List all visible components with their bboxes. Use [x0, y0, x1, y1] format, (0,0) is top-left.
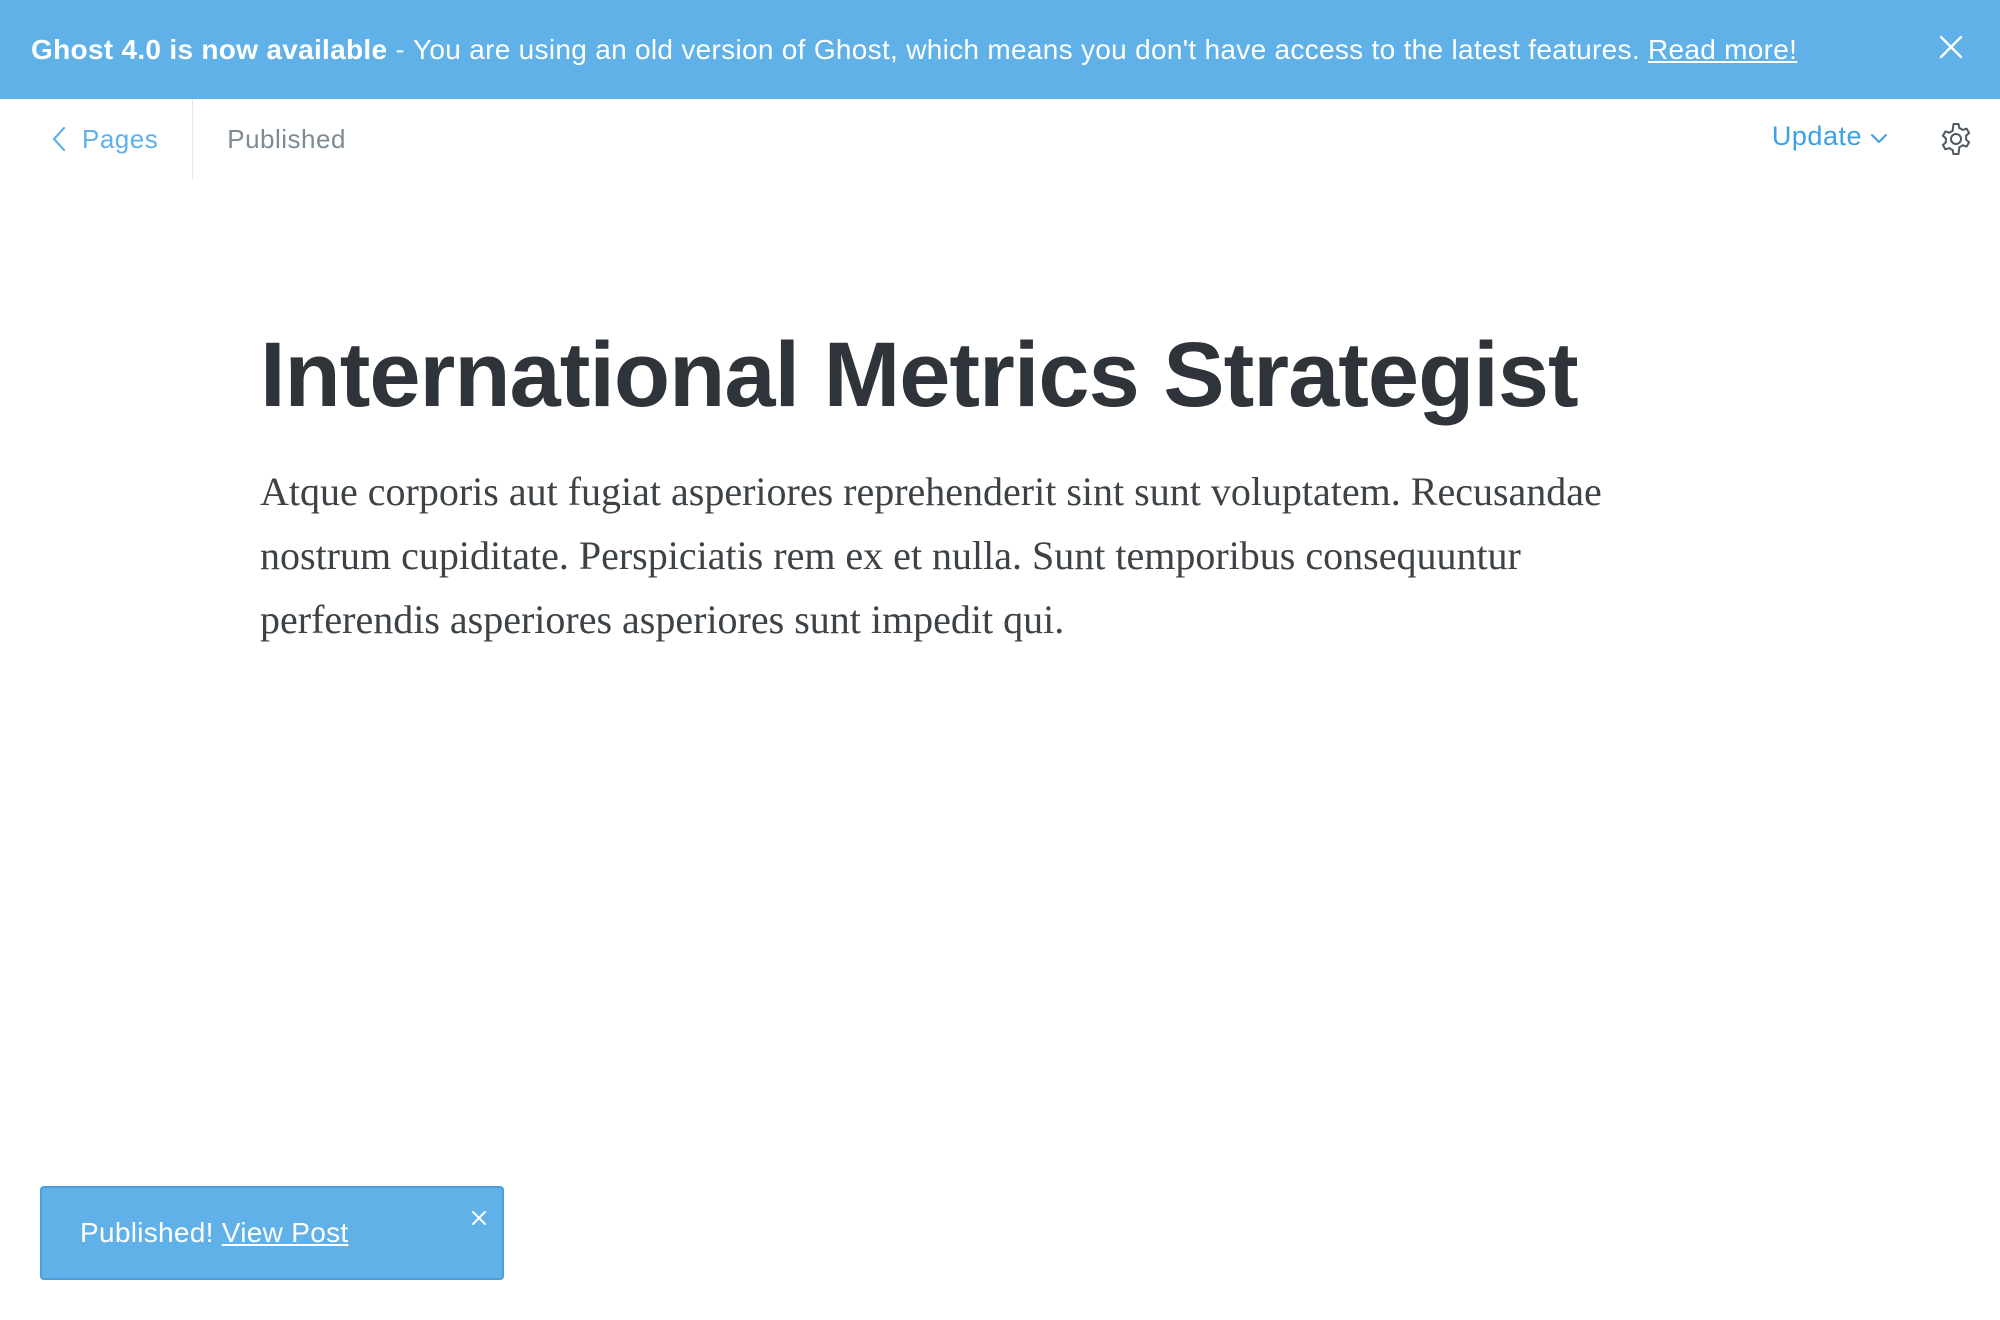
banner-separator: - [395, 33, 405, 65]
close-icon [472, 1211, 486, 1225]
chevron-left-icon [52, 126, 66, 152]
read-more-link[interactable]: Read more! [1648, 34, 1797, 66]
banner-headline: Ghost 4.0 is now available [31, 33, 388, 65]
view-post-link[interactable]: View Post [222, 1217, 349, 1249]
update-button-label: Update [1771, 121, 1862, 151]
upgrade-banner: Ghost 4.0 is now available - You are usi… [0, 0, 2000, 99]
close-icon [1939, 35, 1963, 59]
back-to-pages-link[interactable]: Pages [0, 99, 194, 179]
published-notification: Published! View Post [40, 1186, 504, 1280]
close-notification-button[interactable] [470, 1202, 488, 1225]
post-editor[interactable]: International Metrics Strategist Atque c… [260, 320, 1720, 652]
chevron-down-icon [1871, 133, 1887, 143]
update-button[interactable]: Update [1772, 121, 1888, 152]
post-status: Published [227, 123, 346, 154]
settings-button[interactable] [1938, 121, 1974, 157]
close-banner-button[interactable] [1936, 32, 1966, 62]
banner-message: You are using an old version of Ghost, w… [413, 33, 1640, 65]
notification-message: Published! [80, 1217, 214, 1248]
gear-icon [1941, 123, 1971, 155]
editor-toolbar: Pages Published Update [0, 99, 2000, 179]
back-link-label: Pages [82, 123, 159, 154]
post-body[interactable]: Atque corporis aut fugiat asperiores rep… [260, 460, 1680, 652]
post-title[interactable]: International Metrics Strategist [260, 320, 1720, 430]
